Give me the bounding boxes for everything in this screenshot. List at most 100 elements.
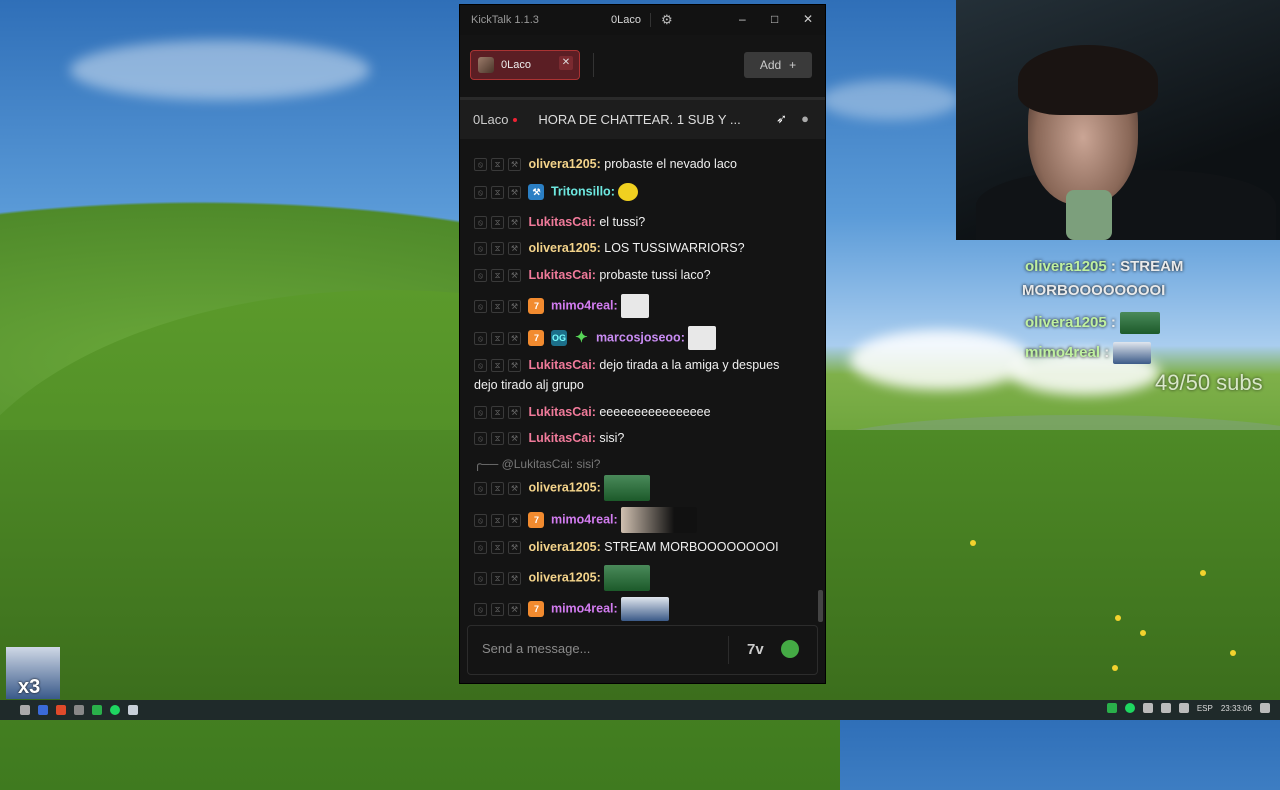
mod-action-icon[interactable]: ⚒ — [508, 571, 521, 585]
ban-icon[interactable]: ⦸ — [474, 269, 487, 283]
chat-message: ⦸ ⧖ ⚒ olivera1205: probaste el nevado laco — [474, 157, 737, 172]
timeout-icon[interactable]: ⧖ — [491, 481, 504, 495]
overlay-text: : — [1104, 343, 1110, 361]
volume-icon[interactable] — [1178, 703, 1189, 713]
mod-action-icon[interactable]: ⚒ — [508, 406, 521, 420]
chat-username[interactable]: olivera1205: — [528, 570, 600, 584]
maximize-button[interactable]: □ — [771, 12, 778, 26]
user-icon[interactable]: ● — [801, 111, 809, 126]
chat-username[interactable]: LukitasCai: — [528, 215, 595, 229]
notepad-icon[interactable] — [128, 705, 138, 715]
face-emote-icon — [621, 507, 698, 533]
ban-icon[interactable]: ⦸ — [474, 406, 487, 420]
ban-icon[interactable]: ⦸ — [474, 185, 487, 199]
kick-tray-icon[interactable] — [1106, 703, 1117, 713]
tab-0laco[interactable]: 0Laco ✕ — [470, 50, 580, 80]
mod-action-icon[interactable]: ⚒ — [508, 158, 521, 172]
mod-action-icon[interactable]: ⚒ — [508, 602, 521, 616]
brave-icon[interactable] — [56, 705, 66, 715]
timeout-icon[interactable]: ⧖ — [491, 359, 504, 373]
close-window-button[interactable]: ✕ — [803, 12, 813, 26]
chat-username[interactable]: olivera1205: — [528, 480, 600, 494]
mod-action-icon[interactable]: ⚒ — [508, 432, 521, 446]
timeout-icon[interactable]: ⧖ — [491, 242, 504, 256]
chat-username[interactable]: LukitasCai: — [528, 405, 595, 419]
mod-action-icon[interactable]: ⚒ — [508, 299, 521, 313]
timeout-icon[interactable]: ⧖ — [491, 541, 504, 555]
settings-gear-icon[interactable]: ⚙ — [661, 12, 673, 28]
mod-action-icon[interactable]: ⚒ — [508, 513, 521, 527]
chat-username[interactable]: olivera1205: — [528, 241, 600, 255]
pin-icon[interactable]: ➶ — [776, 111, 787, 127]
mod-action-icon[interactable]: ⚒ — [508, 481, 521, 495]
timeout-icon[interactable]: ⧖ — [491, 602, 504, 616]
clock[interactable]: 23:33:06 — [1221, 704, 1252, 713]
chat-username[interactable]: mimo4real: — [551, 298, 618, 312]
notifications-icon[interactable] — [1260, 703, 1270, 713]
chat-messages: ⦸ ⧖ ⚒ olivera1205: probaste el nevado laco… — [460, 139, 825, 623]
chat-username[interactable]: mimo4real: — [551, 601, 618, 615]
chat-scrollbar[interactable] — [818, 590, 823, 622]
ban-icon[interactable]: ⦸ — [474, 331, 487, 345]
timeout-icon[interactable]: ⧖ — [491, 158, 504, 172]
chat-username[interactable]: LukitasCai: — [528, 431, 595, 445]
obs-icon[interactable] — [74, 705, 84, 715]
chat-username[interactable]: marcosjoseoo: — [596, 330, 685, 344]
mod-action-icon[interactable]: ⚒ — [508, 216, 521, 230]
chat-message: ⦸ ⧖ ⚒ 7 mimo4real: — [474, 507, 698, 533]
overlay-username: olivera1205 — [1025, 258, 1107, 275]
mod-action-icon[interactable]: ⚒ — [508, 185, 521, 199]
timeout-icon[interactable]: ⧖ — [491, 432, 504, 446]
chat-username[interactable]: olivera1205: — [528, 157, 600, 171]
ban-icon[interactable]: ⦸ — [474, 481, 487, 495]
tab-close-button[interactable]: ✕ — [559, 56, 573, 70]
7tv-emote-picker-icon[interactable]: 7v — [747, 641, 764, 658]
timeout-icon[interactable]: ⧖ — [491, 216, 504, 230]
chat-username[interactable]: LukitasCai: — [528, 358, 595, 372]
mod-action-icon[interactable]: ⚒ — [508, 541, 521, 555]
mod-action-icon[interactable]: ⚒ — [508, 359, 521, 373]
timeout-icon[interactable]: ⧖ — [491, 331, 504, 345]
reply-reference[interactable]: ╭── @LukitasCai: sisi? — [474, 457, 600, 471]
chat-username[interactable]: mimo4real: — [551, 512, 618, 526]
mod-action-icon[interactable]: ⚒ — [508, 242, 521, 256]
network-icon[interactable] — [1160, 703, 1171, 713]
ban-icon[interactable]: ⦸ — [474, 513, 487, 527]
add-channel-button[interactable]: Add + — [744, 52, 812, 78]
spotify-tray-icon[interactable] — [1124, 703, 1135, 713]
mod-action-icon[interactable]: ⚒ — [508, 269, 521, 283]
kick-emote-picker-icon[interactable] — [781, 640, 799, 658]
minimize-button[interactable]: – — [739, 12, 746, 26]
ban-icon[interactable]: ⦸ — [474, 541, 487, 555]
stream-title: HORA DE CHATTEAR. 1 SUB Y ... — [538, 112, 741, 127]
chat-username[interactable]: olivera1205: — [528, 540, 600, 554]
timeout-icon[interactable]: ⧖ — [491, 406, 504, 420]
chat-username[interactable]: Tritonsillo: — [551, 184, 615, 198]
timeout-icon[interactable]: ⧖ — [491, 299, 504, 313]
message-input[interactable] — [480, 640, 724, 657]
chat-text: LOS TUSSIWARRIORS? — [604, 241, 745, 255]
ban-icon[interactable]: ⦸ — [474, 571, 487, 585]
start-icon[interactable] — [20, 705, 30, 715]
kick-icon[interactable] — [92, 705, 102, 715]
chat-message: ⦸ ⧖ ⚒ olivera1205: LOS TUSSIWARRIORS? — [474, 241, 745, 256]
mod-action-icon[interactable]: ⚒ — [508, 331, 521, 345]
timeout-icon[interactable]: ⧖ — [491, 269, 504, 283]
timeout-icon[interactable]: ⧖ — [491, 185, 504, 199]
ban-icon[interactable]: ⦸ — [474, 359, 487, 373]
chat-username[interactable]: LukitasCai: — [528, 268, 595, 282]
ban-icon[interactable]: ⦸ — [474, 158, 487, 172]
ban-icon[interactable]: ⦸ — [474, 299, 487, 313]
ban-icon[interactable]: ⦸ — [474, 432, 487, 446]
overlay-thumbnail: x3 — [6, 647, 60, 699]
discord-icon[interactable] — [38, 705, 48, 715]
language-indicator[interactable]: ESP — [1197, 704, 1213, 713]
timeout-icon[interactable]: ⧖ — [491, 513, 504, 527]
ban-icon[interactable]: ⦸ — [474, 242, 487, 256]
spotify-icon[interactable] — [110, 705, 120, 715]
mic-icon[interactable] — [1142, 703, 1153, 713]
reply-arrow-icon: ╭── — [474, 457, 499, 471]
ban-icon[interactable]: ⦸ — [474, 216, 487, 230]
ban-icon[interactable]: ⦸ — [474, 602, 487, 616]
timeout-icon[interactable]: ⧖ — [491, 571, 504, 585]
